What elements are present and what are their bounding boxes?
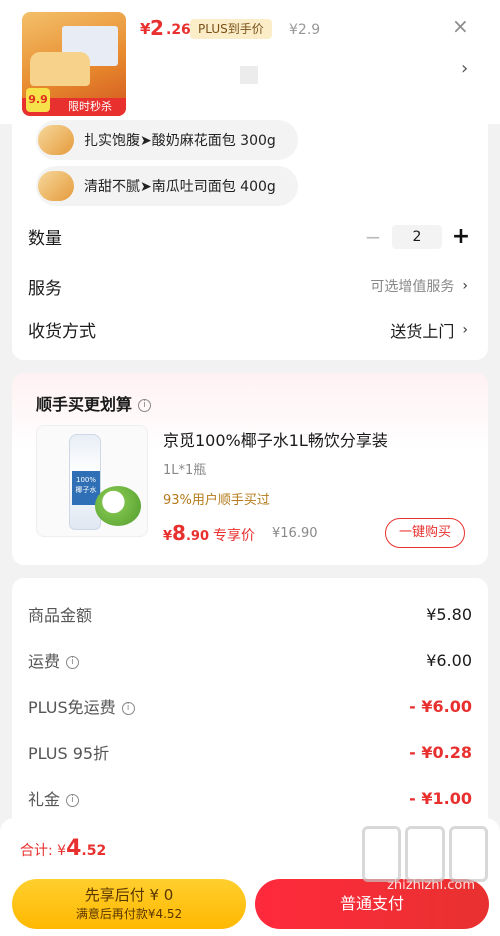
spec-option[interactable]: 清甜不腻➤南瓜吐司面包 400g [36,166,298,206]
total-decimal: .52 [81,843,107,859]
recommend-product-name[interactable]: 京觅100%椰子水1L畅饮分享装 [163,427,388,451]
recommend-sold-text: 93%用户顺手买过 [163,493,270,508]
total-label: 合计: ¥ [20,843,67,859]
pay-later-button[interactable]: 先享后付 ¥ 0 满意后再付款¥4.52 [12,879,246,929]
recommend-product-spec: 1L*1瓶 [163,463,207,478]
watermark-logo [362,826,488,882]
quantity-input[interactable]: 2 [392,224,442,249]
one-click-buy-button[interactable]: 一键购买 [385,518,465,548]
fee-label-text: 运费 [28,652,61,671]
info-icon[interactable]: i [66,656,80,669]
chevron-right-icon: › [462,278,468,294]
chevron-right-icon[interactable]: › [461,58,468,79]
delivery-value: 送货上门 [390,322,455,341]
chevron-right-icon: › [462,322,468,338]
fee-value: ¥5.80 [426,604,472,624]
recommend-product-image[interactable]: 100% 椰子水 [36,425,148,537]
normal-pay-button[interactable]: 普通支付 zhizhizhi.com [255,878,489,929]
total-integer: 4 [66,836,82,861]
fee-row: PLUS免运费 i - ¥6.00 [28,694,472,718]
order-total: 合计: ¥4.52 [20,836,106,861]
fee-row: 商品金额 ¥5.80 [28,602,472,626]
recommend-price: ¥8.90 [163,521,209,545]
image-placeholder [240,66,258,84]
close-icon[interactable]: × [452,14,469,38]
fee-value: - ¥0.28 [409,742,472,762]
delivery-label: 收货方式 [28,322,96,342]
price-currency: ¥ [140,20,151,38]
recommend-card: 顺手买更划算 i 100% 椰子水 京觅100%椰子水1L畅饮分享装 1L*1瓶 … [12,373,488,565]
fee-row: 礼金 i - ¥1.00 [28,786,472,810]
fee-value: - ¥6.00 [409,696,472,716]
coconut-art [95,486,141,526]
quantity-label: 数量 [28,229,62,249]
service-label: 服务 [28,279,62,299]
quantity-plus-button[interactable]: + [450,224,472,249]
spec-card: 扎实饱腹➤酸奶麻花面包 300g 清甜不腻➤南瓜吐司面包 400g 数量 − 2… [12,120,488,360]
recommend-title-text: 顺手买更划算 [36,395,133,414]
fee-label-text: 礼金 [28,790,61,809]
recommend-price-decimal: .90 [185,529,209,544]
recommend-title: 顺手买更划算 i [36,391,152,415]
pay-later-subtitle: 满意后再付款¥4.52 [75,907,183,921]
fee-label: 运费 i [28,648,80,672]
pay-later-title: 先享后付 ¥ 0 [84,886,174,904]
thumb-price-badge: 9.9 [26,88,50,112]
service-selector[interactable]: 可选增值服务 › [370,276,468,296]
price-integer: 2 [150,16,164,40]
service-value: 可选增值服务 [370,279,455,295]
spec-option-thumbnail [38,171,74,201]
fee-label: PLUS 95折 [28,744,110,763]
fee-label: PLUS免运费 i [28,694,135,718]
delivery-selector[interactable]: 送货上门 › [390,318,468,342]
spec-option-thumbnail [38,125,74,155]
quantity-stepper: − 2 + [362,224,472,249]
fee-label: 礼金 i [28,786,80,810]
fee-row: PLUS 95折 - ¥0.28 [28,740,472,764]
info-icon[interactable]: i [121,702,135,715]
spec-option-label: 扎实饱腹➤酸奶麻花面包 300g [84,133,276,149]
product-thumbnail[interactable]: 限时秒杀 9.9 [22,12,126,116]
bottle-art: 100% 椰子水 [69,434,101,530]
price-decimal: .26 [166,22,191,38]
quantity-minus-button[interactable]: − [362,225,384,249]
info-icon[interactable]: i [66,794,80,807]
info-icon[interactable]: i [138,399,152,412]
fee-value: - ¥1.00 [409,788,472,808]
spec-option[interactable]: 扎实饱腹➤酸奶麻花面包 300g [36,120,298,160]
spec-option-label: 清甜不腻➤南瓜吐司面包 400g [84,179,276,195]
thumb-bread-art [30,52,90,86]
recommend-price-integer: 8 [172,521,186,545]
fee-label: 商品金额 [28,606,93,625]
product-header: 限时秒杀 9.9 ¥ 2 .26 PLUS到手价 ¥2.9 × › [0,0,500,124]
plus-price-tag: PLUS到手价 [190,19,272,39]
fee-label-text: PLUS免运费 [28,698,116,717]
recommend-price-currency: ¥ [163,529,173,544]
fee-card: 商品金额 ¥5.80 运费 i ¥6.00 PLUS免运费 i - ¥6.00 PL… [12,578,488,828]
original-price: ¥2.9 [289,22,321,38]
recommend-price-tag: 专享价 [213,528,255,544]
fee-value: ¥6.00 [426,650,472,670]
recommend-original-price: ¥16.90 [272,526,318,541]
fee-row: 运费 i ¥6.00 [28,648,472,672]
